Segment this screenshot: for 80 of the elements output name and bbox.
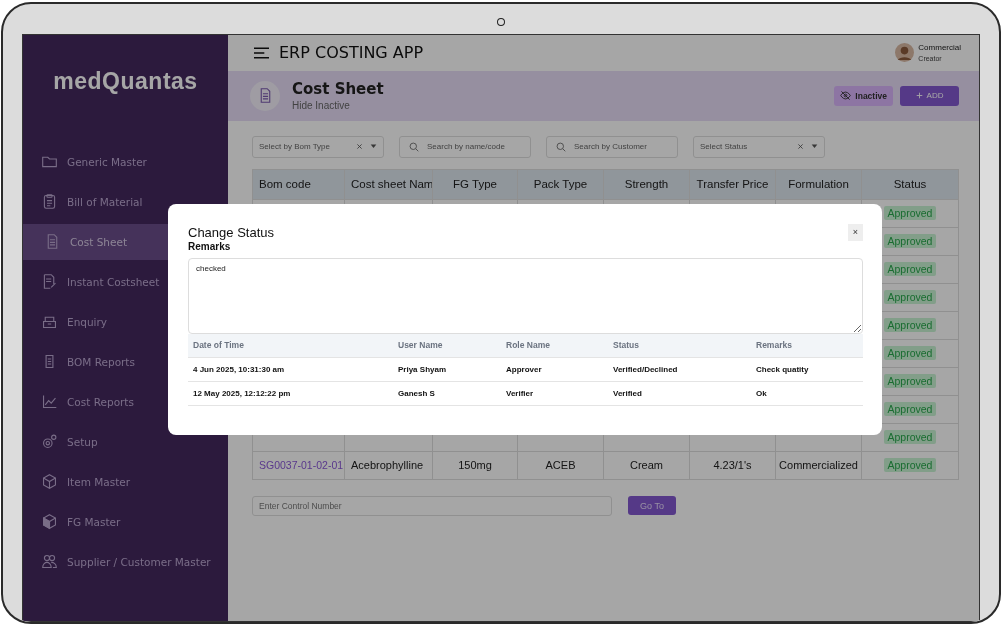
status-badge: Approved (883, 430, 937, 445)
search-field[interactable]: Search by name/code (399, 135, 531, 158)
document-icon (250, 80, 280, 111)
column-header: Role Name (505, 340, 551, 351)
sidebar-item[interactable]: Setup (23, 423, 228, 460)
column-header: Status (612, 340, 640, 351)
user-name: Commercial (918, 41, 961, 53)
search-input[interactable]: Search by Customer (574, 142, 669, 152)
sidebar-item[interactable]: Supplier / Customer Master (23, 543, 228, 580)
column-header: Date of Time (192, 340, 245, 351)
table-cell: Cream (630, 459, 663, 472)
column-header: Status (892, 177, 928, 193)
boxes-icon (41, 513, 58, 531)
table-cell-text: Priya Shyam (397, 364, 448, 374)
avatar-icon (895, 43, 915, 63)
sidebar-item[interactable]: FG Master (23, 503, 228, 540)
column-header: Bom code (253, 169, 345, 199)
clear-icon[interactable] (797, 143, 804, 151)
column-header: Strength (604, 169, 690, 199)
logo: medQuantas (52, 67, 199, 95)
status-badge: Approved (883, 318, 937, 333)
status-badge: Approved (883, 346, 937, 361)
table-cell-text: Approver (505, 364, 543, 374)
users-icon (41, 553, 58, 571)
column-header: Pack Type (518, 169, 604, 199)
search-icon (409, 141, 419, 152)
table-cell: 150mg (458, 459, 492, 472)
page-title: Cost Sheet (292, 80, 384, 99)
bom-code-link[interactable]: SG0037-01-02-01 (259, 459, 344, 472)
sidebar-item[interactable]: Item Master (23, 463, 228, 500)
sidebar-item[interactable]: Bill of Material (23, 183, 228, 220)
gears-icon (41, 433, 58, 451)
select-field[interactable]: Select by Bom Type (252, 135, 384, 158)
status-badge: Approved (883, 290, 937, 305)
app-title: ERP COSTING APP (279, 43, 424, 63)
status-badge: Approved (883, 402, 937, 417)
add-button[interactable]: ADD (900, 85, 959, 106)
table-cell-text: Verified (612, 388, 643, 398)
document-edit-icon (41, 273, 58, 291)
chart-icon (41, 393, 58, 411)
control-number-field[interactable]: Enter Control Number (252, 495, 612, 516)
table-cell-text: 12 May 2025, 12:12:22 pm (192, 388, 292, 398)
menu-icon[interactable] (254, 46, 269, 59)
table-cell-text: Ok (755, 388, 768, 398)
caret-icon (370, 144, 377, 150)
table-cell-text: Verifier (505, 388, 535, 398)
table-cell: Acebrophylline (351, 459, 424, 472)
status-badge: Approved (883, 458, 937, 473)
eye-slash-icon (840, 90, 852, 102)
column-header: Cost sheet Nam (345, 169, 433, 199)
column-header: Transfer Price (690, 169, 776, 199)
table-cell-text: 4 Jun 2025, 10:31:30 am (192, 364, 286, 374)
table-cell: 4.23/1's (713, 459, 752, 472)
table-cell: Commercialized (779, 459, 858, 472)
column-header: FG Type (433, 169, 518, 199)
search-input[interactable]: Search by name/code (427, 142, 522, 152)
page-subtitle: Hide Inactive (292, 100, 351, 112)
select-field[interactable]: Select Status (693, 135, 825, 158)
search-icon (556, 141, 566, 152)
column-header: Remarks (755, 340, 793, 351)
sidebar-item[interactable]: Generic Master (23, 143, 228, 180)
plus-icon (915, 92, 923, 100)
status-badge: Approved (883, 262, 937, 277)
close-button[interactable]: × (848, 223, 863, 241)
status-badge: Approved (883, 234, 937, 249)
caret-icon (811, 144, 818, 150)
status-badge: Approved (883, 206, 937, 221)
clear-icon[interactable] (356, 143, 363, 151)
table-cell-text: Ganesh S (397, 388, 436, 398)
box-icon (41, 473, 58, 491)
status-badge: Approved (883, 374, 937, 389)
remarks-field[interactable]: checked (188, 257, 863, 334)
go-to-button[interactable]: Go To (628, 496, 676, 516)
table-cell-text: Check quatity (755, 364, 810, 374)
search-field[interactable]: Search by Customer (546, 135, 678, 158)
column-header: User Name (397, 340, 444, 351)
clipboard-icon (41, 193, 58, 211)
column-header: Formulation (776, 169, 862, 199)
table-cell: ACEB (545, 459, 576, 472)
table-cell-text: Verified/Declined (612, 364, 679, 374)
